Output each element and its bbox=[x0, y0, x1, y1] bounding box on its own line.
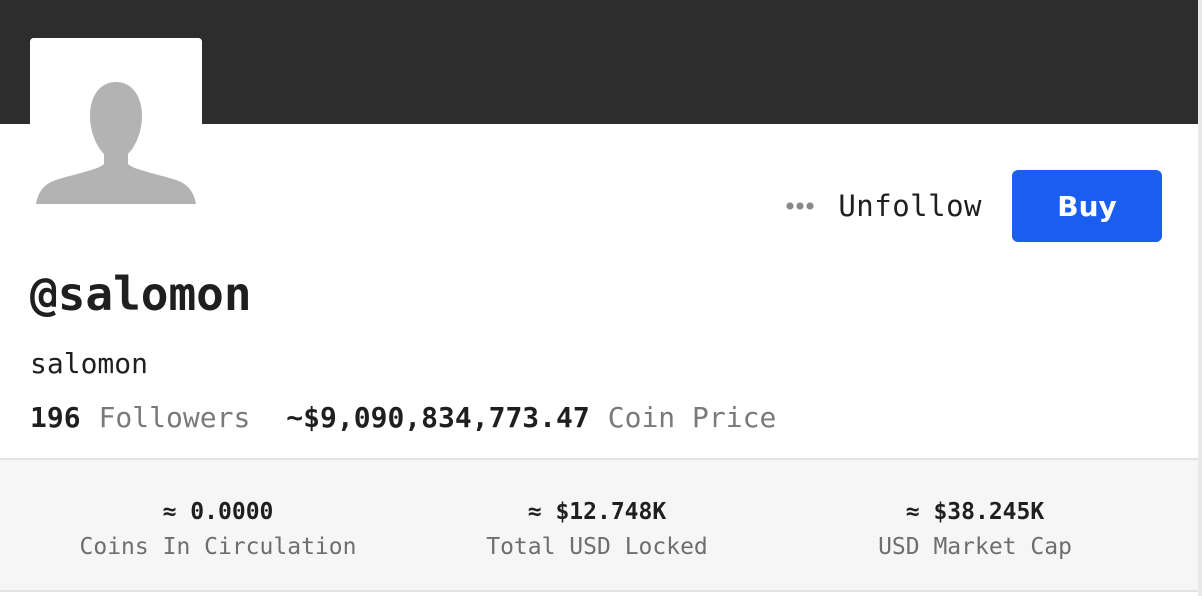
metric-value: ≈ 0.0000 bbox=[162, 499, 274, 525]
metric-label: Total USD Locked bbox=[486, 534, 708, 560]
metric-value: ≈ $38.245K bbox=[905, 499, 1045, 525]
metric-value: ≈ $12.748K bbox=[527, 499, 667, 525]
unfollow-button[interactable]: Unfollow bbox=[838, 189, 982, 223]
profile-stats: 196 Followers ~$9,090,834,773.47 Coin Price bbox=[30, 398, 776, 438]
default-user-silhouette-icon bbox=[30, 38, 202, 210]
coin-metrics-bar: ≈ 0.0000 Coins In Circulation ≈ $12.748K… bbox=[0, 458, 1198, 592]
coin-price-label: Coin Price bbox=[607, 401, 777, 434]
metric-label: Coins In Circulation bbox=[79, 534, 357, 560]
more-dots-icon bbox=[786, 202, 814, 210]
profile-actions: Unfollow Buy bbox=[780, 170, 1162, 242]
more-options-button[interactable] bbox=[780, 186, 820, 226]
followers-count: 196 bbox=[30, 401, 81, 434]
coin-price-value: ~$9,090,834,773.47 bbox=[286, 401, 590, 434]
profile-card: Unfollow Buy @salomon salomon 196 Followe… bbox=[0, 0, 1202, 596]
profile-display-name: salomon bbox=[30, 347, 149, 380]
metric-usd-market-cap: ≈ $38.245K USD Market Cap bbox=[775, 460, 1175, 562]
profile-handle: @salomon bbox=[30, 267, 252, 321]
buy-button[interactable]: Buy bbox=[1012, 170, 1162, 242]
metric-label: USD Market Cap bbox=[878, 534, 1072, 560]
followers-label[interactable]: Followers bbox=[99, 401, 251, 434]
metric-coins-in-circulation: ≈ 0.0000 Coins In Circulation bbox=[18, 460, 418, 562]
metric-total-usd-locked: ≈ $12.748K Total USD Locked bbox=[397, 460, 797, 562]
avatar bbox=[30, 38, 202, 210]
